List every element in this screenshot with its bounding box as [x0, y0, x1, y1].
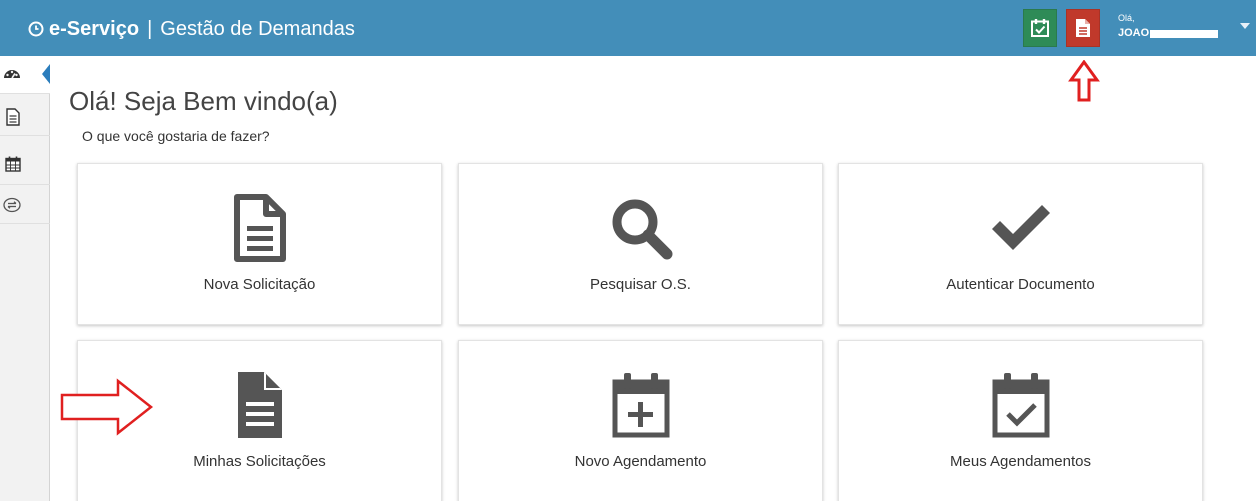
file-text-icon [237, 372, 282, 438]
search-icon [612, 199, 672, 260]
card-label: Meus Agendamentos [950, 453, 1091, 470]
brand-name: e-Serviço [49, 18, 140, 40]
brand-separator: | [147, 18, 153, 40]
card-label: Minhas Solicitações [193, 453, 326, 470]
user-greeting: Olá, [1118, 13, 1135, 23]
page-title: Olá! Seja Bem vindo(a) [69, 86, 338, 116]
sidebar-item-dashboard[interactable] [0, 56, 50, 94]
sidebar-item-calendar[interactable] [0, 147, 50, 185]
autenticar-documento-card[interactable]: Autenticar Documento [838, 163, 1203, 325]
top-navbar: e-Serviço | Gestão de Demandas Olá, JOAO [0, 0, 1256, 56]
chevron-down-icon [1240, 23, 1250, 29]
annotation-arrow-up-icon [1068, 60, 1100, 102]
meus-agendamentos-card[interactable]: Meus Agendamentos [838, 340, 1203, 501]
new-document-icon [233, 194, 286, 262]
sidebar-item-exchange[interactable] [0, 186, 50, 224]
check-icon [991, 205, 1050, 250]
novo-agendamento-card[interactable]: Novo Agendamento [458, 340, 823, 501]
agendamentos-button[interactable] [1023, 9, 1057, 47]
file-text-icon [1076, 19, 1090, 37]
solicitacoes-button[interactable] [1066, 9, 1100, 47]
sidebar-item-documents[interactable] [0, 98, 50, 136]
calendar-icon [5, 156, 21, 172]
calendar-check-icon [1031, 19, 1049, 37]
dashboard-icon [4, 70, 20, 79]
card-label: Nova Solicitação [203, 276, 316, 293]
calendar-plus-icon [612, 373, 669, 438]
calendar-check-icon [992, 373, 1049, 438]
exchange-icon [3, 197, 21, 213]
clock-icon [28, 21, 44, 37]
pesquisar-os-card[interactable]: Pesquisar O.S. [458, 163, 823, 325]
sidebar [0, 56, 50, 501]
card-label: Novo Agendamento [574, 453, 707, 470]
annotation-arrow-right-icon [60, 378, 154, 436]
document-icon [6, 108, 20, 126]
card-label: Pesquisar O.S. [590, 276, 691, 293]
nova-solicitacao-card[interactable]: Nova Solicitação [77, 163, 442, 325]
card-label: Autenticar Documento [946, 276, 1095, 293]
user-menu[interactable]: Olá, JOAO [1112, 11, 1256, 45]
user-name: JOAO [1118, 27, 1150, 39]
page-subtitle: O que você gostaria de fazer? [82, 128, 270, 144]
brand[interactable]: e-Serviço | Gestão de Demandas [28, 18, 355, 40]
app-title: Gestão de Demandas [160, 18, 355, 40]
redacted-surname [1150, 30, 1218, 38]
